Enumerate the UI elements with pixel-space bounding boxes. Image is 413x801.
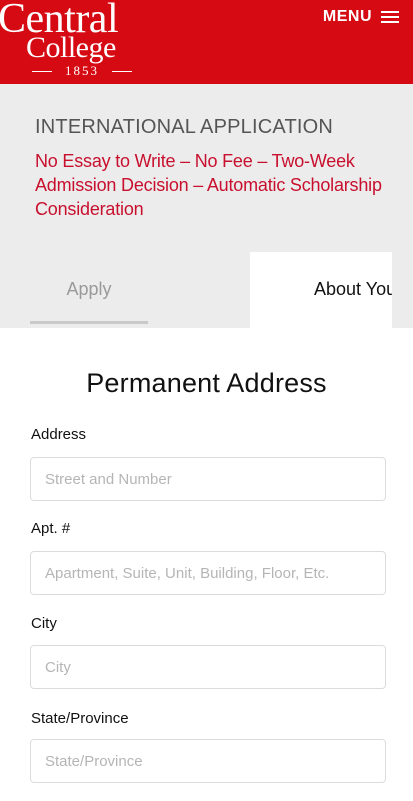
city-label: City: [31, 615, 57, 632]
central-college-logo[interactable]: Central College 1853: [0, 0, 170, 84]
menu-button[interactable]: MENU: [323, 6, 399, 28]
site-header: Central College 1853 MENU: [0, 0, 413, 84]
state-province-input[interactable]: [30, 739, 386, 783]
logo-founding-year: 1853: [32, 63, 132, 79]
logo-wordmark-college: College: [26, 31, 116, 64]
apt-input[interactable]: [30, 551, 386, 595]
tab-about-you[interactable]: About You: [250, 252, 392, 328]
address-input[interactable]: [30, 457, 386, 501]
tab-apply[interactable]: Apply: [30, 252, 148, 324]
address-label: Address: [31, 426, 87, 443]
page-title: INTERNATIONAL APPLICATION: [35, 116, 334, 138]
menu-label: MENU: [322, 8, 372, 25]
section-title: Permanent Address: [86, 368, 327, 398]
city-input[interactable]: [30, 645, 386, 689]
state-province-label: State/Province: [31, 710, 129, 727]
apt-label: Apt. #: [31, 520, 71, 537]
address-form: Permanent Address Address Apt. # City St…: [0, 328, 413, 801]
hamburger-icon: [381, 10, 399, 24]
page-subtitle: No Essay to Write – No Fee – Two-Week Ad…: [35, 151, 382, 219]
